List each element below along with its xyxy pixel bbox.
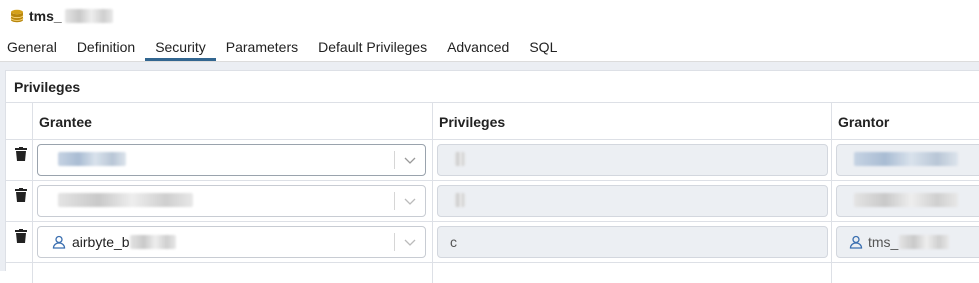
grantor-cell — [831, 140, 979, 180]
grantee-value — [52, 152, 126, 166]
title-bar: tms_ — [0, 0, 979, 32]
column-header-grantor[interactable]: Grantor — [831, 103, 979, 140]
user-icon — [52, 235, 66, 249]
select-separator — [394, 233, 395, 251]
tab-bar: General Definition Security Parameters D… — [0, 32, 979, 62]
select-separator — [394, 151, 395, 169]
user-icon — [849, 235, 863, 249]
privileges-text: c — [450, 234, 457, 250]
privileges-value — [450, 152, 465, 166]
privileges-field[interactable] — [437, 144, 828, 176]
grantee-cell — [32, 263, 432, 283]
redacted-grantee — [58, 193, 193, 207]
object-title: tms_ — [29, 8, 62, 24]
security-panel: Privileges Grantee Privileges Grantor ai… — [0, 62, 979, 283]
chevron-down-icon[interactable] — [403, 154, 417, 166]
grantee-cell — [32, 140, 432, 180]
redacted-privileges — [455, 152, 465, 166]
trash-icon[interactable] — [15, 147, 27, 161]
privileges-grid-header: Grantee Privileges Grantor — [6, 102, 979, 140]
redacted-grantee — [129, 235, 176, 249]
privileges-value: c — [450, 234, 457, 250]
redacted-grantor — [899, 235, 950, 249]
redacted-privileges — [455, 193, 465, 207]
redacted-grantor — [854, 152, 958, 166]
grantee-cell: airbyte_b — [32, 222, 432, 262]
grantor-value: tms_ — [849, 234, 950, 250]
grantor-cell — [831, 263, 979, 283]
grantee-select[interactable]: airbyte_b — [37, 226, 426, 258]
chevron-down-icon[interactable] — [403, 236, 417, 248]
privileges-field[interactable] — [437, 185, 828, 217]
tab-definition[interactable]: Definition — [67, 32, 145, 61]
redacted-grantee — [58, 152, 126, 166]
privileges-cell: c — [432, 222, 831, 262]
redacted-grantor — [854, 193, 958, 207]
grantor-field — [836, 185, 979, 217]
grantee-text: airbyte_b — [72, 234, 130, 250]
table-row: airbyte_b c tms_ — [6, 222, 979, 263]
section-title: Privileges — [14, 79, 81, 95]
database-icon — [10, 9, 24, 23]
column-header-privileges[interactable]: Privileges — [432, 103, 831, 140]
trash-icon[interactable] — [15, 188, 27, 202]
redacted-name — [64, 9, 113, 23]
table-row — [6, 181, 979, 222]
trash-icon[interactable] — [15, 229, 27, 243]
privileges-value — [450, 193, 465, 207]
column-header-grantee[interactable]: Grantee — [32, 103, 432, 140]
grantee-select[interactable] — [37, 144, 426, 176]
table-row — [6, 140, 979, 181]
privileges-cell — [432, 263, 831, 283]
privileges-cell — [432, 181, 831, 221]
grantee-value — [52, 193, 193, 207]
privileges-cell — [432, 140, 831, 180]
select-separator — [394, 192, 395, 210]
grantor-field: tms_ — [836, 226, 979, 258]
table-row — [6, 263, 979, 283]
tab-general[interactable]: General — [0, 32, 67, 61]
grantor-value — [849, 193, 958, 207]
grantor-cell: tms_ — [831, 222, 979, 262]
grantee-cell — [32, 181, 432, 221]
tab-advanced[interactable]: Advanced — [437, 32, 519, 61]
grantee-value: airbyte_b — [52, 234, 176, 250]
tab-parameters[interactable]: Parameters — [216, 32, 308, 61]
chevron-down-icon[interactable] — [403, 195, 417, 207]
grantee-select[interactable] — [37, 185, 426, 217]
privileges-section: Privileges Grantee Privileges Grantor ai… — [5, 70, 979, 283]
tab-default-privileges[interactable]: Default Privileges — [308, 32, 437, 61]
tab-security[interactable]: Security — [145, 32, 216, 61]
grantor-text: tms_ — [868, 234, 899, 250]
grantor-field — [836, 144, 979, 176]
tab-sql[interactable]: SQL — [519, 32, 567, 61]
grantor-value — [849, 152, 958, 166]
privileges-field[interactable]: c — [437, 226, 828, 258]
grantor-cell — [831, 181, 979, 221]
